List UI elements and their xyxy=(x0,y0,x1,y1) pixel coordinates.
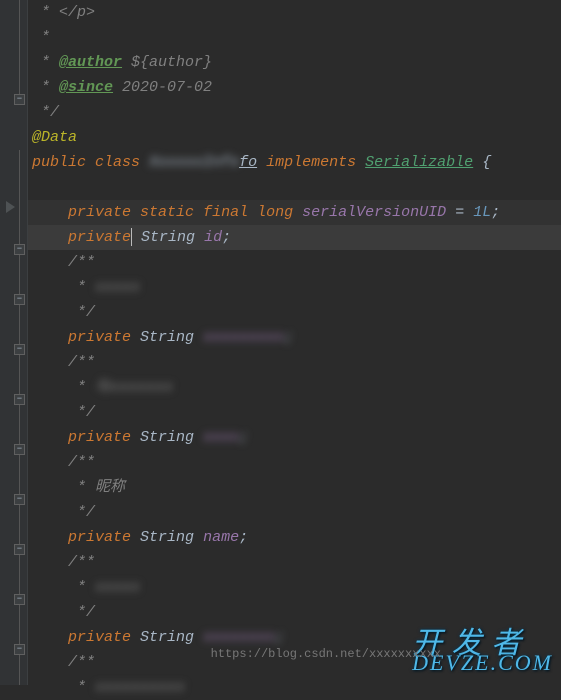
fold-line xyxy=(19,0,20,98)
code-line[interactable]: /** xyxy=(28,250,561,275)
keyword: private xyxy=(68,229,131,246)
brace: { xyxy=(482,154,491,171)
javadoc-open: /** xyxy=(68,354,95,371)
fold-toggle-icon[interactable]: − xyxy=(14,344,25,355)
javadoc-open: /** xyxy=(68,454,95,471)
code-line[interactable]: * xxxxxxxxxx xyxy=(28,675,561,700)
keyword: private xyxy=(68,629,131,646)
javadoc-end: */ xyxy=(68,404,95,421)
javadoc-obfuscated: xxxxx xyxy=(95,579,140,596)
code-line[interactable]: * xxxxx xyxy=(28,275,561,300)
code-line-current[interactable]: private String id; xyxy=(28,225,561,250)
number-literal: 1L xyxy=(473,204,491,221)
javadoc-end: */ xyxy=(68,504,95,521)
keyword: private xyxy=(68,329,131,346)
javadoc-text: * xyxy=(32,29,50,46)
keyword: long xyxy=(257,204,293,221)
code-line[interactable]: */ xyxy=(28,500,561,525)
code-line[interactable]: * xyxy=(28,25,561,50)
keyword: static xyxy=(140,204,194,221)
javadoc-value: 2020-07-02 xyxy=(122,79,212,96)
code-line[interactable]: * 与xxxxxxx xyxy=(28,375,561,400)
type: String xyxy=(140,529,194,546)
code-line[interactable]: */ xyxy=(28,300,561,325)
fold-toggle-icon[interactable]: − xyxy=(14,544,25,555)
annotation: @Data xyxy=(32,129,77,146)
javadoc-value: ${author} xyxy=(131,54,212,71)
field-name-obfuscated: xxxx xyxy=(203,429,239,446)
code-area[interactable]: * </p> * * @author ${author} * @since 20… xyxy=(28,0,561,700)
code-line[interactable]: public class XxxxxxInfofo implements Ser… xyxy=(28,150,561,175)
code-line[interactable]: private String xxxxxxxxx; xyxy=(28,325,561,350)
javadoc-text: * xyxy=(68,579,95,596)
javadoc-obfuscated: 与xxxxxxx xyxy=(95,379,173,396)
keyword: private xyxy=(68,429,131,446)
field-name: id xyxy=(204,229,222,246)
code-line[interactable]: * </p> xyxy=(28,0,561,25)
code-line[interactable]: */ xyxy=(28,600,561,625)
gutter: − − − − − − − − − − xyxy=(0,0,28,685)
javadoc-open: /** xyxy=(68,554,95,571)
fold-toggle-icon[interactable]: − xyxy=(14,394,25,405)
class-name: fo xyxy=(239,154,257,171)
field-name: name xyxy=(203,529,239,546)
keyword: class xyxy=(95,154,140,171)
code-line[interactable]: private static final long serialVersionU… xyxy=(28,200,561,225)
javadoc-end: */ xyxy=(68,304,95,321)
javadoc-text: * xyxy=(68,679,95,696)
type: String xyxy=(140,429,194,446)
keyword: final xyxy=(203,204,248,221)
code-line[interactable]: * 昵称 xyxy=(28,475,561,500)
code-line[interactable]: * @author ${author} xyxy=(28,50,561,75)
code-line[interactable]: */ xyxy=(28,400,561,425)
code-editor[interactable]: − − − − − − − − − − * </p> * * @author $… xyxy=(0,0,561,685)
type: String xyxy=(140,329,194,346)
fold-toggle-icon[interactable]: − xyxy=(14,444,25,455)
run-gutter-icon[interactable] xyxy=(6,201,15,213)
type: String xyxy=(141,229,195,246)
code-line[interactable]: private String xxxx; xyxy=(28,425,561,450)
javadoc-text: * xyxy=(68,379,95,396)
caret-icon xyxy=(131,228,132,246)
code-line[interactable]: /** xyxy=(28,350,561,375)
fold-toggle-icon[interactable]: − xyxy=(14,644,25,655)
javadoc-end: */ xyxy=(68,604,95,621)
javadoc-open: /** xyxy=(68,654,95,671)
fold-toggle-icon[interactable]: − xyxy=(14,494,25,505)
keyword: public xyxy=(32,154,86,171)
code-line[interactable]: /** xyxy=(28,450,561,475)
javadoc-end: */ xyxy=(32,104,59,121)
code-line[interactable]: * @since 2020-07-02 xyxy=(28,75,561,100)
keyword: private xyxy=(68,204,131,221)
javadoc-obfuscated: xxxxxxxxxx xyxy=(95,679,185,696)
keyword: private xyxy=(68,529,131,546)
fold-toggle-icon[interactable]: − xyxy=(14,594,25,605)
field-name: serialVersionUID xyxy=(302,204,446,221)
javadoc-text: * xyxy=(68,279,95,296)
javadoc-text: 昵称 xyxy=(95,479,125,496)
code-line[interactable]: @Data xyxy=(28,125,561,150)
keyword: implements xyxy=(266,154,356,171)
fold-toggle-icon[interactable]: − xyxy=(14,244,25,255)
code-line[interactable]: private String name; xyxy=(28,525,561,550)
field-name-obfuscated: xxxxxxxxx xyxy=(203,329,284,346)
javadoc-tag: @since xyxy=(59,79,113,96)
javadoc-text: * </p> xyxy=(32,4,95,21)
fold-toggle-icon[interactable]: − xyxy=(14,94,25,105)
fold-toggle-icon[interactable]: − xyxy=(14,294,25,305)
operator: = xyxy=(455,204,464,221)
code-line[interactable]: /** xyxy=(28,550,561,575)
javadoc-tag: @author xyxy=(59,54,122,71)
code-line[interactable]: */ xyxy=(28,100,561,125)
semicolon: ; xyxy=(491,204,500,221)
interface-name: Serializable xyxy=(365,154,473,171)
type: String xyxy=(140,629,194,646)
javadoc-obfuscated: xxxxx xyxy=(95,279,140,296)
code-line[interactable]: * xxxxx xyxy=(28,575,561,600)
javadoc-open: /** xyxy=(68,254,95,271)
class-name-obfuscated: XxxxxxInfo xyxy=(149,154,239,171)
code-line[interactable] xyxy=(28,175,561,200)
watermark-url: https://blog.csdn.net/xxxxxxxxxx xyxy=(211,642,441,667)
